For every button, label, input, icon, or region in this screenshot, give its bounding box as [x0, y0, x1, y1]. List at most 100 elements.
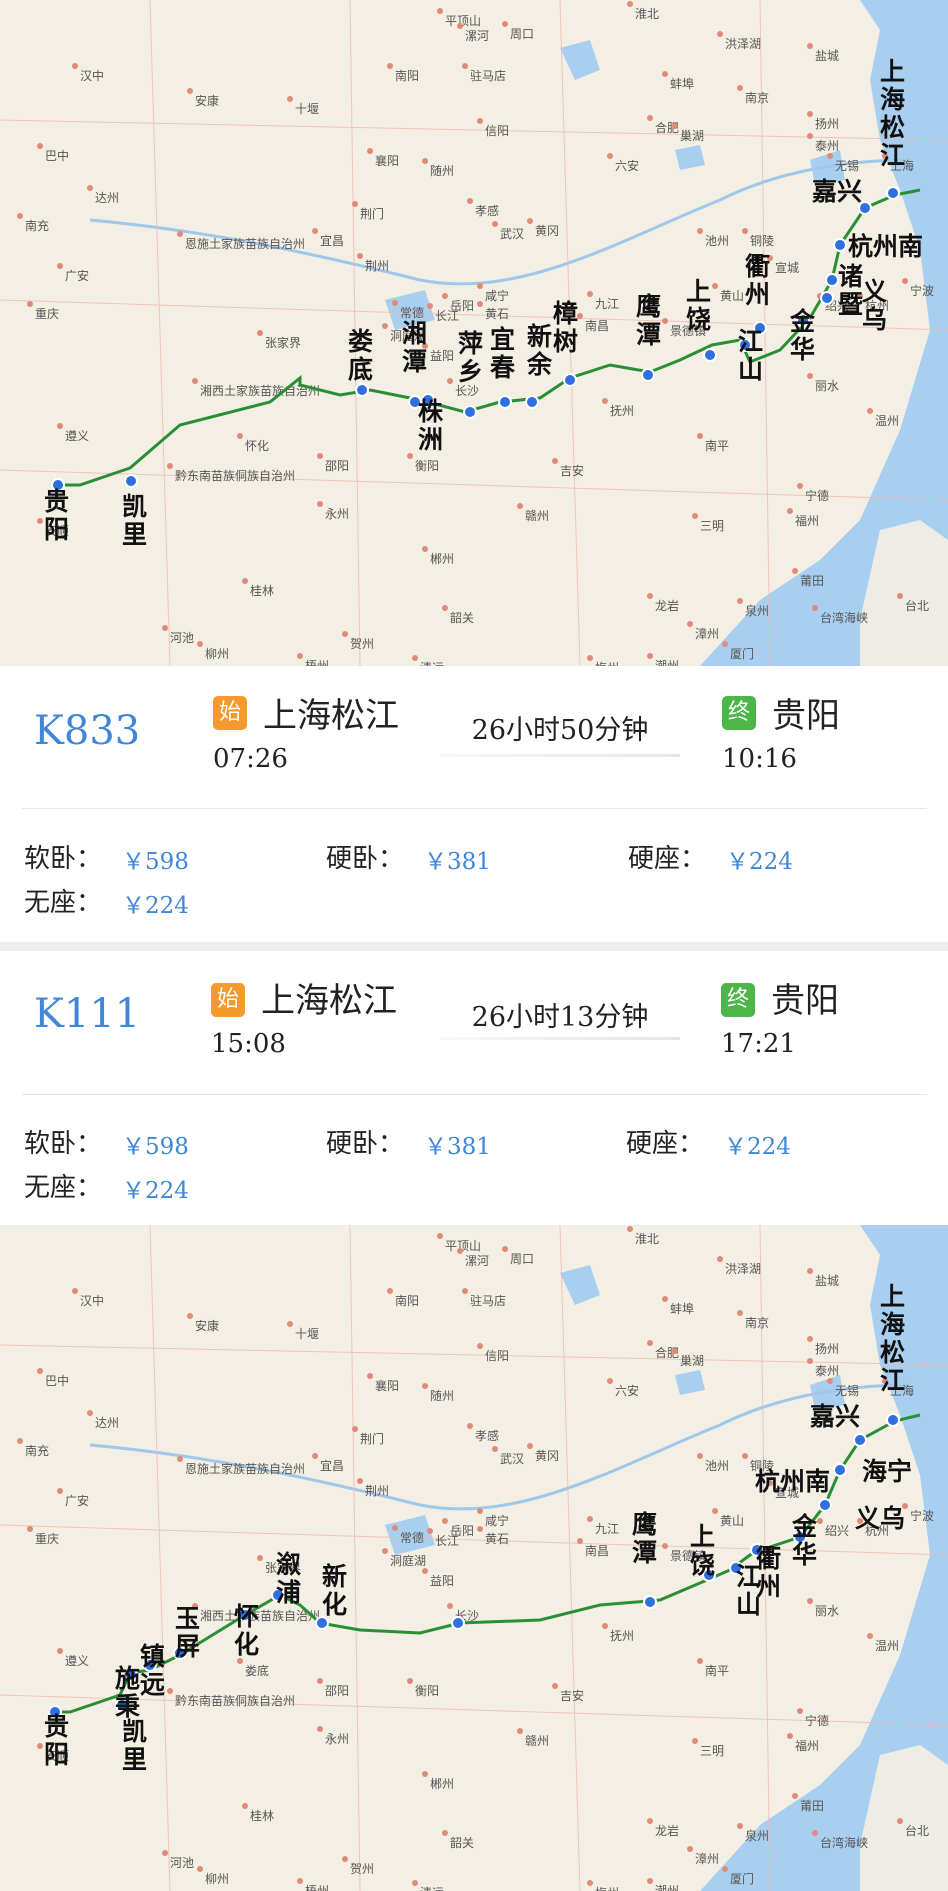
city-label: 常德: [400, 1530, 424, 1545]
city-label: 河池: [170, 1856, 194, 1870]
train-card-k833[interactable]: K833 始 上海松江 07:26 26小时50分钟 终 贵阳 10:16 软卧…: [0, 666, 948, 942]
city-label: 漯河: [465, 1254, 489, 1268]
city-dot: [242, 1803, 248, 1809]
city-label: 巢湖: [680, 128, 704, 143]
route-map-k833[interactable]: 平顶山 漯河 周口 淮北 洪泽湖 盐城 汉中 南阳 驻马店 蚌埠 南京 扬州 安康 十堰 信阳 合肥 泰州 巴中襄…: [0, 0, 948, 666]
city-label: 驻马店: [470, 1293, 506, 1308]
station-label: 杭州南: [848, 232, 923, 261]
station-dot[interactable]: [563, 373, 577, 387]
city-label: 三明: [700, 519, 724, 533]
city-dot: [352, 1426, 358, 1432]
city-label: 驻马店: [470, 68, 506, 83]
city-label: 黄山: [720, 289, 744, 303]
card-divider: [22, 1094, 927, 1095]
city-label: 扬州: [815, 1341, 839, 1356]
city-label: 泉州: [745, 604, 769, 618]
station-label: 怀化: [234, 1602, 259, 1659]
station-dot[interactable]: [525, 395, 539, 409]
train-number: K111: [34, 991, 141, 1037]
city-dot: [807, 111, 813, 117]
city-dot: [382, 323, 388, 329]
city-dot: [177, 1456, 183, 1462]
city-label: 荆州: [365, 259, 389, 273]
station-label: 新余: [526, 322, 553, 379]
city-dot: [287, 1321, 293, 1327]
city-dot: [807, 1336, 813, 1342]
city-dot: [527, 1443, 533, 1449]
station-dot[interactable]: [833, 238, 847, 252]
price-hard-seat: ￥224: [726, 849, 793, 875]
city-label: 漳州: [695, 1851, 719, 1866]
city-dot: [17, 213, 23, 219]
city-dot: [37, 518, 43, 524]
station-dot[interactable]: [703, 348, 717, 362]
station-label: 海宁: [862, 1457, 912, 1486]
city-dot: [692, 513, 698, 519]
city-dot: [187, 1313, 193, 1319]
city-dot: [647, 593, 653, 599]
city-dot: [812, 1830, 818, 1836]
station-dot[interactable]: [355, 383, 369, 397]
city-dot: [467, 1423, 473, 1429]
city-label: 张家界: [265, 335, 301, 350]
city-dot: [492, 221, 498, 227]
city-dot: [602, 398, 608, 404]
city-label: 无锡: [835, 158, 859, 173]
city-dot: [817, 1518, 823, 1524]
city-dot: [712, 1508, 718, 1514]
station-dot[interactable]: [833, 1463, 847, 1477]
city-dot: [237, 433, 243, 439]
city-label: 洪泽湖: [725, 36, 761, 51]
city-label: 衡阳: [415, 1684, 439, 1698]
station-dot[interactable]: [820, 291, 834, 305]
duration-arrow: [440, 754, 680, 757]
city-label: 柳州: [205, 647, 229, 661]
station-label: 嘉兴: [812, 177, 862, 206]
city-label: 信阳: [485, 1349, 509, 1363]
city-label: 南昌: [585, 1543, 609, 1558]
city-label: 南阳: [395, 1293, 419, 1308]
station-dot[interactable]: [886, 1413, 900, 1427]
station-label: 杭州南: [755, 1467, 830, 1496]
station-dot[interactable]: [818, 1498, 832, 1512]
city-label: 遵义: [65, 428, 89, 443]
city-label: 淮北: [635, 7, 659, 21]
station-dot[interactable]: [498, 395, 512, 409]
station-dot[interactable]: [641, 368, 655, 382]
city-label: 六安: [615, 1383, 639, 1398]
city-label: 娄底: [245, 1663, 269, 1678]
station-dot[interactable]: [124, 474, 138, 488]
price-label-soft-sleeper: 软卧：: [24, 1129, 103, 1159]
station-dot[interactable]: [451, 1616, 465, 1630]
station-dot[interactable]: [463, 405, 477, 419]
city-dot: [527, 218, 533, 224]
city-label: 咸宁: [485, 1513, 509, 1528]
station-dot[interactable]: [825, 273, 839, 287]
city-label: 衡阳: [415, 459, 439, 473]
city-label: 蚌埠: [670, 1302, 694, 1316]
city-dot: [367, 148, 373, 154]
station-label: 金华: [789, 307, 816, 364]
city-dot: [257, 1555, 263, 1561]
city-label: 遵义: [65, 1653, 89, 1668]
city-label: 韶关: [450, 1835, 474, 1850]
city-dot: [457, 23, 463, 29]
city-dot: [57, 1488, 63, 1494]
city-label: 福州: [795, 1738, 819, 1753]
city-dot: [737, 85, 743, 91]
city-dot: [392, 300, 398, 306]
city-label: 平顶山: [445, 1239, 481, 1253]
route-map-k111[interactable]: 平顶山 漯河 周口 淮北 洪泽湖 盐城 汉中 南阳 驻马店 蚌埠 南京 扬州 安康 十堰 信阳 合肥 泰州 巴中襄…: [0, 1225, 948, 1891]
station-dot[interactable]: [886, 186, 900, 200]
station-label: 宜春: [490, 325, 515, 382]
city-label: 永州: [325, 507, 349, 521]
city-dot: [647, 1818, 653, 1824]
train-card-k111[interactable]: K111 始 上海松江 15:08 26小时13分钟 终 贵阳 17:21 软卧…: [0, 951, 948, 1225]
station-dot[interactable]: [853, 1433, 867, 1447]
station-dot[interactable]: [643, 1595, 657, 1609]
city-label: 赣州: [525, 1734, 549, 1748]
city-label: 益阳: [430, 1574, 454, 1588]
city-dot: [477, 1508, 483, 1514]
city-dot: [517, 503, 523, 509]
city-dot: [342, 1856, 348, 1862]
